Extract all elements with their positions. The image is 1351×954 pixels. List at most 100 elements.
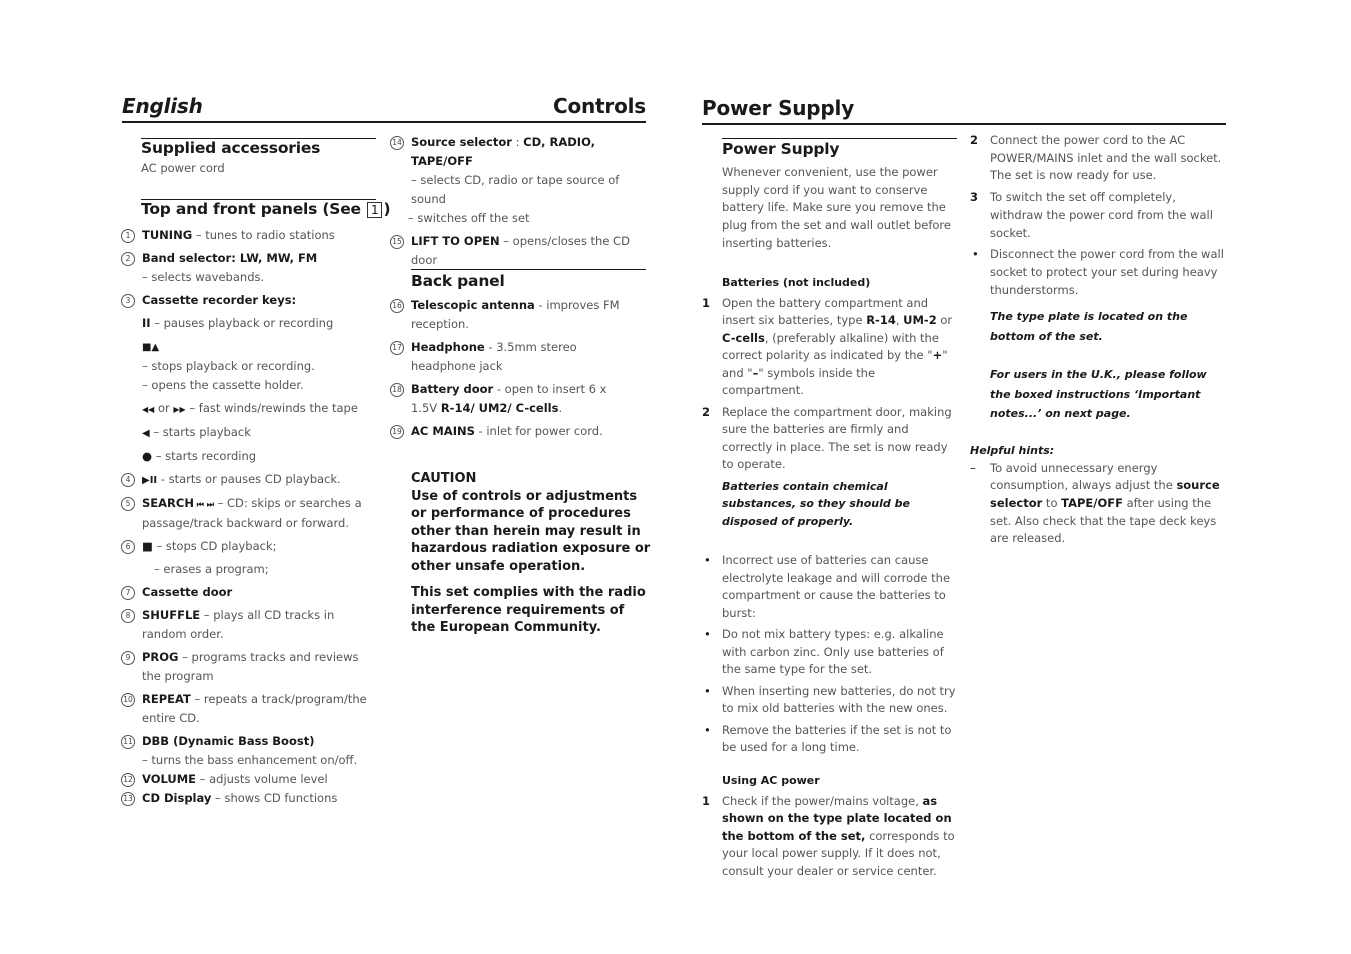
- ac-step-3: 3 To switch the set off completely, with…: [970, 189, 1228, 242]
- step-number: 2: [702, 404, 711, 419]
- play-reverse-icon: ◀: [142, 428, 150, 439]
- control-item-3: 3 Cassette recorder keys: II – pauses pl…: [121, 291, 378, 466]
- power-supply-col1: Whenever convenient, use the power suppl…: [702, 164, 958, 884]
- battery-bullet: • Do not mix battery types: e.g. alkaline…: [702, 626, 958, 679]
- header-rule-right: [702, 123, 1226, 125]
- control-sep: :: [511, 135, 524, 149]
- control-item-9: 9 PROG – programs tracks and reviews the…: [121, 648, 378, 686]
- pause-icon: II: [142, 316, 151, 330]
- step-text: To switch the set off completely, withdr…: [990, 190, 1213, 240]
- panels-title-end: ): [383, 200, 391, 218]
- number-badge: 2: [121, 252, 135, 266]
- number-badge: 10: [121, 693, 135, 707]
- control-desc: – stops CD playback;: [152, 539, 277, 553]
- control-desc: – adjusts volume level: [196, 772, 328, 786]
- hint-text: To avoid unnecessary energy consumption,…: [990, 460, 1177, 493]
- control-desc: – erases a program;: [154, 562, 269, 576]
- page-header-power-supply: Power Supply: [702, 96, 855, 120]
- control-item-15: 15 LIFT TO OPEN – opens/closes the CD do…: [390, 232, 636, 270]
- control-label: SHUFFLE: [142, 608, 201, 622]
- battery-step-1: 1 Open the battery compartment and inser…: [702, 295, 958, 400]
- battery-type: R-14: [866, 313, 896, 328]
- number-badge: 13: [121, 792, 135, 806]
- bullet-icon: •: [704, 683, 711, 698]
- battery-type: UM-2: [903, 313, 937, 328]
- control-item-10: 10 REPEAT – repeats a track/program/the …: [121, 690, 378, 728]
- controls-list-col1: 1 TUNING – tunes to radio stations 2 Ban…: [121, 226, 378, 812]
- number-badge: 3: [121, 294, 135, 308]
- number-badge: 7: [121, 586, 135, 600]
- power-supply-col2: 2 Connect the power cord to the AC POWER…: [970, 132, 1228, 552]
- number-badge: 6: [121, 540, 135, 554]
- stop-eject-icon: ■▲: [142, 342, 160, 353]
- helpful-hints-title: Helpful hints:: [970, 443, 1055, 457]
- record-icon: ●: [142, 449, 153, 463]
- number-badge: 9: [121, 651, 135, 665]
- control-label: REPEAT: [142, 692, 191, 706]
- control-label: VOLUME: [142, 772, 197, 786]
- key-desc: – starts recording: [152, 449, 257, 463]
- battery-bullet: • When inserting new batteries, do not tr…: [702, 683, 958, 718]
- uk-note: For users in the U.K., please follow the…: [990, 368, 1207, 421]
- control-item-6: 6 ■ – stops CD playback; – erases a prog…: [121, 537, 378, 579]
- section-rule: [722, 138, 957, 139]
- fast-forward-icon: ▶▶: [173, 405, 186, 414]
- back-panel-list: 16 Telescopic antenna - improves FM rece…: [390, 296, 636, 445]
- hint-emphasis: TAPE/OFF: [1061, 495, 1123, 510]
- key-desc: – starts playback: [149, 425, 251, 439]
- bullet-text: Do not mix battery types: e.g. alkaline …: [722, 627, 944, 677]
- control-desc: – selects CD, radio or tape source of so…: [411, 173, 620, 206]
- control-label: Headphone: [411, 340, 485, 354]
- control-desc: – shows CD functions: [211, 791, 338, 805]
- bullet-icon: •: [704, 722, 711, 737]
- power-supply-title: Power Supply: [722, 140, 840, 158]
- step-number: 3: [970, 190, 979, 205]
- number-badge: 18: [390, 383, 404, 397]
- control-label: Band selector: LW, MW, FM: [142, 251, 318, 265]
- ac-power-title: Using AC power: [722, 773, 820, 787]
- control-item-16: 16 Telescopic antenna - improves FM rece…: [390, 296, 636, 334]
- number-badge: 17: [390, 341, 404, 355]
- control-label: AC MAINS: [411, 424, 475, 438]
- control-label: Telescopic antenna: [411, 298, 535, 312]
- control-item-5: 5 SEARCH ⏮ ⏭ – CD: skips or searches a p…: [121, 494, 378, 533]
- control-desc: - starts or pauses CD playback.: [157, 472, 341, 486]
- number-badge: 12: [121, 773, 135, 787]
- bullet-icon: •: [972, 247, 979, 262]
- step-text: Connect the power cord to the AC POWER/M…: [990, 133, 1222, 183]
- number-badge: 16: [390, 299, 404, 313]
- step-number: 1: [702, 295, 711, 310]
- panels-title: Top and front panels (See 1): [141, 200, 391, 218]
- dash-icon: –: [970, 460, 976, 475]
- control-desc: – switches off the set: [408, 211, 530, 225]
- control-label: Battery door: [411, 382, 494, 396]
- plus-symbol: +: [932, 348, 943, 363]
- control-label: LIFT TO OPEN: [411, 234, 500, 248]
- helpful-hint: – To avoid unnecessary energy consumptio…: [970, 460, 1228, 549]
- stop-icon: ■: [142, 539, 153, 553]
- control-item-18: 18 Battery door - open to insert 6 x 1.5…: [390, 380, 636, 418]
- battery-type: C-cells: [722, 330, 765, 345]
- bullet-text: Remove the batteries if the set is not t…: [722, 722, 952, 755]
- step-number: 2: [970, 133, 979, 147]
- battery-bullet: • Remove the batteries if the set is not …: [702, 722, 958, 757]
- control-label: CD Display: [142, 791, 212, 805]
- rewind-icon: ◀◀: [142, 405, 155, 414]
- battery-types: R-14/ UM2/ C-cells: [440, 401, 559, 415]
- ac-step-1: 1 Check if the power/mains voltage, as s…: [702, 793, 958, 881]
- number-badge: 4: [121, 473, 135, 487]
- control-item-8: 8 SHUFFLE – plays all CD tracks in rando…: [121, 606, 378, 644]
- bullet-icon: •: [704, 553, 711, 568]
- ac-bullet: • Disconnect the power cord from the wal…: [970, 246, 1228, 299]
- panels-title-text: Top and front panels (See: [141, 200, 367, 218]
- control-desc: – turns the bass enhancement on/off.: [142, 753, 358, 767]
- battery-bullet: • Incorrect use of batteries can cause el…: [702, 552, 958, 622]
- control-desc: – tunes to radio stations: [192, 228, 335, 242]
- bullet-icon: •: [704, 627, 711, 642]
- supplied-accessories-title: Supplied accessories: [141, 139, 321, 157]
- control-item-7: 7 Cassette door: [121, 583, 378, 602]
- caution-block: CAUTION Use of controls or adjustments o…: [411, 470, 651, 637]
- control-label: PROG: [142, 650, 179, 664]
- key-desc: or: [154, 401, 174, 415]
- number-badge: 1: [121, 229, 135, 243]
